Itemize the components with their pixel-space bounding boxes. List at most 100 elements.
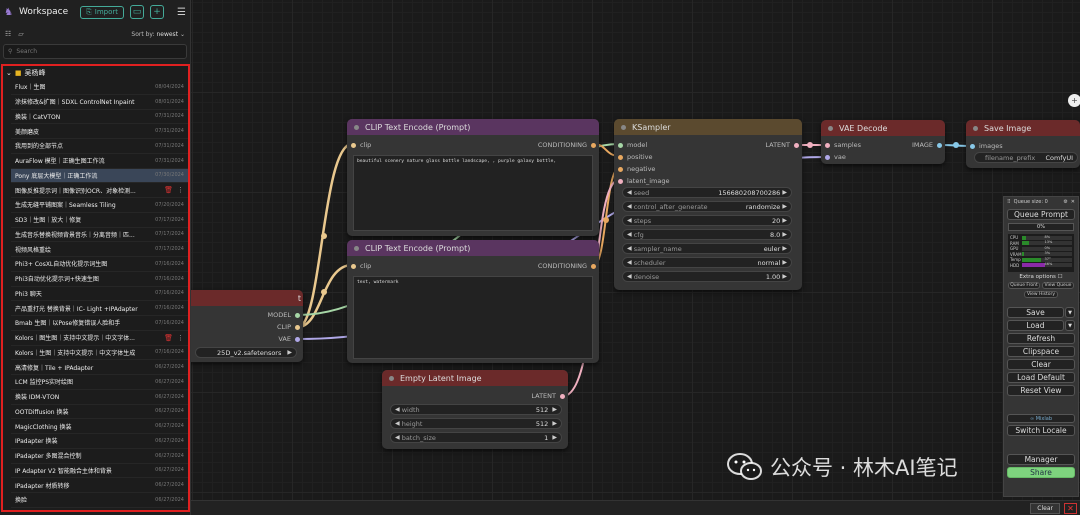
- workflow-item[interactable]: 图像反推提示词｜图像识别OCR、对象检测... 🗑 ⋮: [11, 183, 188, 198]
- add-node-float-icon[interactable]: +: [1068, 94, 1080, 107]
- slot-dot[interactable]: [591, 142, 596, 148]
- clear-button[interactable]: Clear: [1007, 359, 1075, 370]
- workflow-item[interactable]: 美颜磨皮 07/31/2024: [11, 124, 188, 139]
- workflow-item[interactable]: IP Adapter V2 智能融合主体和背景 06/27/2024: [11, 464, 188, 479]
- load-button[interactable]: Load: [1007, 320, 1064, 331]
- arrow-right-icon[interactable]: ▶: [287, 349, 292, 356]
- search-box[interactable]: ⚲: [3, 44, 187, 59]
- node-header[interactable]: Save Image: [966, 120, 1080, 136]
- workflow-item[interactable]: IPadapter 换装 06/27/2024: [11, 434, 188, 449]
- vae-input-slot[interactable]: vae: [825, 153, 846, 161]
- extra-options[interactable]: Extra options ☐: [1004, 274, 1078, 280]
- height-widget[interactable]: ◀ height 512 ▶: [390, 418, 562, 429]
- collapse-dot-icon[interactable]: [973, 125, 978, 131]
- workflow-item[interactable]: Pony 底层大模型｜正确工作流 07/30/2024: [11, 168, 188, 184]
- slot-dot[interactable]: [591, 263, 596, 269]
- more-icon[interactable]: ⋮: [177, 334, 184, 342]
- empty-latent-image-node[interactable]: Empty Latent Image LATENT ◀ width 512 ▶ ◀…: [382, 370, 568, 449]
- arrow-right-icon[interactable]: ▶: [552, 434, 557, 441]
- latent-image-input-slot[interactable]: latent_image: [618, 177, 670, 185]
- slot-dot[interactable]: [825, 142, 830, 148]
- drag-handle-icon[interactable]: ⠿: [1007, 199, 1011, 205]
- refresh-button[interactable]: Refresh: [1007, 333, 1075, 344]
- workflow-item[interactable]: 涂抹修改&扩图｜SDXL ControlNet Inpaint 08/01/202…: [11, 95, 188, 110]
- workflow-item[interactable]: IPadapter 多图混合控制 06/27/2024: [11, 449, 188, 464]
- arrow-right-icon[interactable]: ▶: [782, 189, 787, 196]
- arrow-left-icon[interactable]: ◀: [627, 189, 632, 196]
- clip-input-slot[interactable]: clip: [351, 262, 371, 270]
- arrow-left-icon[interactable]: ◀: [395, 406, 400, 413]
- arrow-left-icon[interactable]: ◀: [627, 245, 632, 252]
- workflow-item[interactable]: Kolors｜生图｜支持中文提示｜中文字体生成 07/16/2024: [11, 346, 188, 361]
- workflow-item[interactable]: LCM 监控PS实时绘图 06/27/2024: [11, 375, 188, 390]
- filename-prefix-widget[interactable]: filename_prefix ComfyUI: [974, 152, 1078, 163]
- sort-selector[interactable]: Sort by: newest ⌄: [131, 31, 185, 38]
- arrow-right-icon[interactable]: ▶: [782, 231, 787, 238]
- slot-dot[interactable]: [825, 154, 830, 160]
- arrow-left-icon[interactable]: ◀: [395, 434, 400, 441]
- arrow-left-icon[interactable]: ◀: [395, 420, 400, 427]
- slot-dot[interactable]: [937, 142, 942, 148]
- arrow-left-icon[interactable]: ◀: [627, 259, 632, 266]
- workflow-item[interactable]: 换装 IDM-VTON 06/27/2024: [11, 390, 188, 405]
- chevron-down-icon[interactable]: ⌄: [6, 69, 12, 77]
- node-header[interactable]: CLIP Text Encode (Prompt): [347, 240, 599, 256]
- switch-locale-button[interactable]: Switch Locale: [1007, 425, 1075, 436]
- list-view-icon[interactable]: ☷: [5, 30, 11, 38]
- slot-dot[interactable]: [618, 154, 623, 160]
- sampler-name-widget[interactable]: ◀ sampler_name euler ▶: [622, 243, 792, 254]
- add-icon[interactable]: +: [150, 5, 165, 19]
- arrow-left-icon[interactable]: ◀: [627, 203, 632, 210]
- slot-dot[interactable]: [351, 142, 356, 148]
- slot-dot[interactable]: [295, 336, 300, 342]
- slot-dot[interactable]: [560, 393, 565, 399]
- arrow-left-icon[interactable]: ◀: [627, 231, 632, 238]
- mixlab-button[interactable]: ∞ Mixlab: [1007, 414, 1075, 423]
- seed-widget[interactable]: ◀ seed 156680208700286 ▶: [622, 187, 792, 198]
- latent-output-slot[interactable]: LATENT: [531, 392, 565, 400]
- bottom-clear-button[interactable]: Clear: [1030, 503, 1060, 514]
- close-icon[interactable]: ✕: [1064, 503, 1077, 514]
- workflow-item[interactable]: Bmab 生图｜以Pose修复错误人脸和手 07/16/2024: [11, 316, 188, 331]
- clipspace-button[interactable]: Clipspace: [1007, 346, 1075, 357]
- close-icon[interactable]: ✕: [1071, 199, 1075, 205]
- view-queue-button[interactable]: View Queue: [1042, 282, 1074, 289]
- arrow-right-icon[interactable]: ▶: [552, 406, 557, 413]
- slot-dot[interactable]: [970, 143, 975, 149]
- workflow-item[interactable]: OOTDiffusion 换装 06/27/2024: [11, 405, 188, 420]
- workflow-item[interactable]: Flux｜生图 08/04/2024: [11, 80, 188, 95]
- latent-output-slot[interactable]: LATENT: [765, 141, 799, 149]
- conditioning-output-slot[interactable]: CONDITIONING: [538, 141, 596, 149]
- arrow-left-icon[interactable]: ◀: [627, 273, 632, 280]
- workflow-item[interactable]: SD3｜生图｜放大｜修复 07/17/2024: [11, 213, 188, 228]
- arrow-right-icon[interactable]: ▶: [782, 203, 787, 210]
- trash-icon[interactable]: 🗑: [164, 186, 173, 194]
- clip-text-encode-negative-node[interactable]: CLIP Text Encode (Prompt) clip CONDITION…: [347, 240, 599, 363]
- batch-size-widget[interactable]: ◀ batch_size 1 ▶: [390, 432, 562, 443]
- share-button[interactable]: Share: [1007, 467, 1075, 478]
- clip-text-encode-positive-node[interactable]: CLIP Text Encode (Prompt) clip CONDITION…: [347, 119, 599, 236]
- workflow-item[interactable]: 高清修复｜Tile + IPAdapter 06/27/2024: [11, 360, 188, 375]
- checkbox-icon[interactable]: ☐: [1058, 274, 1063, 280]
- collapse-dot-icon[interactable]: [621, 124, 626, 130]
- workflow-item[interactable]: 产品重打光 替换背景｜IC- Light +IPAdapter 07/16/202…: [11, 301, 188, 316]
- reset-view-button[interactable]: Reset View: [1007, 385, 1075, 396]
- slot-dot[interactable]: [618, 178, 623, 184]
- save-button[interactable]: Save: [1007, 307, 1064, 318]
- negative-input-slot[interactable]: negative: [618, 165, 655, 173]
- steps-widget[interactable]: ◀ steps 20 ▶: [622, 215, 792, 226]
- model-output-slot[interactable]: MODEL: [268, 311, 300, 319]
- node-header[interactable]: CLIP Text Encode (Prompt): [347, 119, 599, 135]
- images-input-slot[interactable]: images: [970, 142, 1003, 150]
- workflow-item[interactable]: MagicClothing 换装 06/27/2024: [11, 419, 188, 434]
- collapse-dot-icon[interactable]: [354, 124, 359, 130]
- workflow-item[interactable]: 换脸 06/27/2024: [11, 493, 188, 508]
- conditioning-output-slot[interactable]: CONDITIONING: [538, 262, 596, 270]
- slot-dot[interactable]: [295, 312, 300, 318]
- workflow-item[interactable]: IPadapter 材质转移 06/27/2024: [11, 478, 188, 493]
- width-widget[interactable]: ◀ width 512 ▶: [390, 404, 562, 415]
- node-header[interactable]: KSampler: [614, 119, 802, 135]
- workflow-item[interactable]: AuraFlow 模型｜正确生图工作流 07/31/2024: [11, 154, 188, 169]
- import-button[interactable]: ⎘ Import: [80, 5, 125, 19]
- workflow-item[interactable]: 生成无缝平铺图案｜Seamless Tiling 07/20/2024: [11, 198, 188, 213]
